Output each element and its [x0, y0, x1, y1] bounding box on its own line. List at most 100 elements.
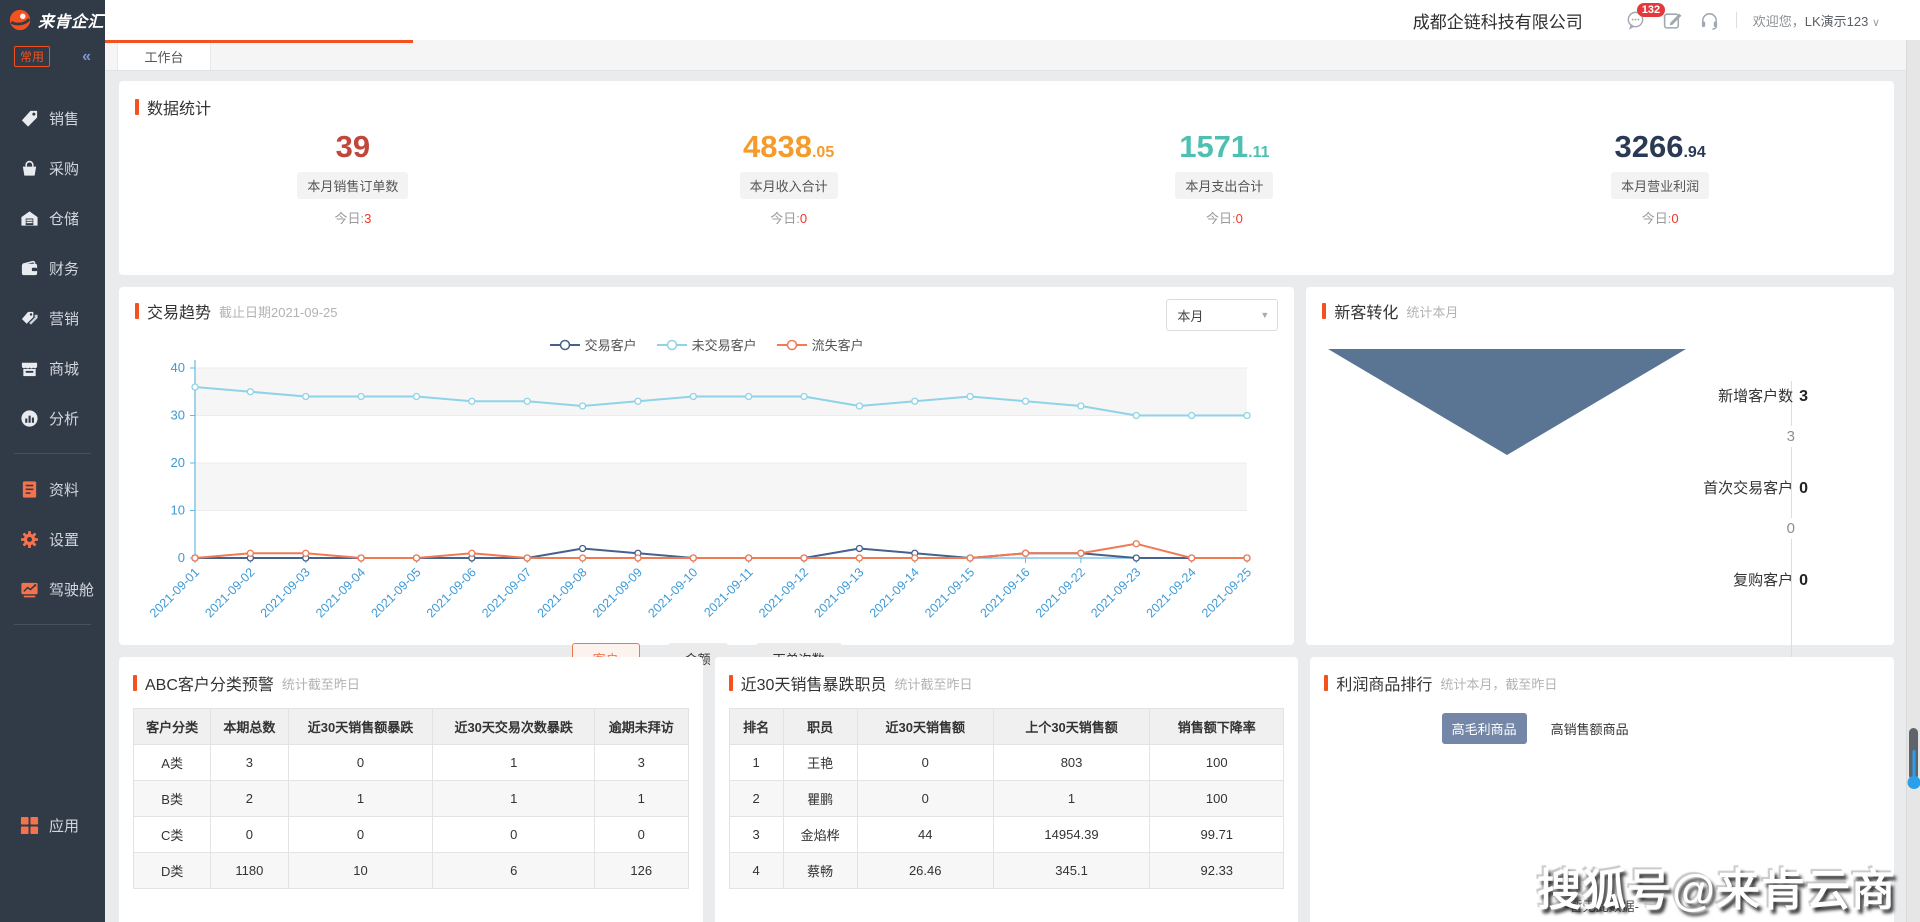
table-cell: 92.33	[1150, 853, 1284, 889]
svg-text:2021-09-24: 2021-09-24	[1144, 565, 1199, 620]
sidebar-item-采购[interactable]: 采购	[0, 143, 105, 193]
content-area: 数据统计 39本月销售订单数今日:34838.05本月收入合计今日:01571.…	[105, 71, 1920, 922]
stat-value: 3266.94	[1442, 129, 1878, 165]
sidebar-item-应用[interactable]: 应用	[0, 800, 105, 850]
messages-button[interactable]: 132	[1625, 10, 1646, 31]
abc-warning-card: ABC客户分类预警 统计截至昨日 客户分类本期总数近30天销售额暴跌近30天交易…	[119, 657, 703, 922]
table-cell: 1	[288, 781, 433, 817]
column-header: 近30天交易次数暴跌	[433, 709, 594, 745]
staff-decline-card: 近30天销售暴跌职员 统计截至昨日 排名职员近30天销售额上个30天销售额销售额…	[715, 657, 1299, 922]
sidebar-item-驾驶舱[interactable]: 驾驶舱	[0, 564, 105, 614]
sidebar-item-label: 商城	[49, 358, 79, 379]
abc-table: 客户分类本期总数近30天销售额暴跌近30天交易次数暴跌逾期未拜访A类3013B类…	[133, 708, 689, 889]
column-header: 上个30天销售额	[993, 709, 1149, 745]
table-cell: 100	[1150, 781, 1284, 817]
sidebar-item-label: 资料	[49, 479, 79, 500]
tab-workbench[interactable]: 工作台	[117, 43, 211, 70]
sidebar-item-销售[interactable]: 销售	[0, 93, 105, 143]
sidebar-item-仓储[interactable]: 仓储	[0, 193, 105, 243]
section-title-funnel: 新客转化	[1334, 299, 1398, 323]
legend-marker-icon	[657, 339, 687, 351]
sidebar-item-label: 采购	[49, 158, 79, 179]
profit-tab-高销售额商品[interactable]: 高销售额商品	[1541, 713, 1639, 744]
svg-text:2021-09-22: 2021-09-22	[1033, 565, 1088, 620]
table-cell: 803	[993, 745, 1149, 781]
svg-text:20: 20	[171, 455, 185, 470]
sidebar-item-商城[interactable]: 商城	[0, 343, 105, 393]
table-cell: B类	[134, 781, 211, 817]
stat-label: 本月营业利润	[1611, 172, 1709, 199]
legend-item-未交易客户[interactable]: 未交易客户	[657, 335, 757, 354]
table-cell: 金焰桦	[783, 817, 857, 853]
support-button[interactable]	[1699, 10, 1720, 31]
user-menu[interactable]: 欢迎您，LK演示123 ∨	[1753, 11, 1880, 30]
svg-text:2021-09-02: 2021-09-02	[202, 565, 257, 620]
logo-text: 来肯企汇	[38, 8, 104, 32]
funnel-conversion-value: 0	[1598, 520, 1808, 537]
svg-text:2021-09-07: 2021-09-07	[479, 565, 534, 620]
sidebar-item-设置[interactable]: 设置	[0, 514, 105, 564]
stat-label: 本月销售订单数	[297, 172, 408, 199]
section-title-abc: ABC客户分类预警	[145, 671, 274, 695]
table-cell: 126	[594, 853, 688, 889]
stat-label: 本月收入合计	[740, 172, 838, 199]
table-cell: 4	[729, 853, 783, 889]
table-cell: 14954.39	[993, 817, 1149, 853]
table-row: 2瞿鹏01100	[729, 781, 1284, 817]
svg-text:2021-09-23: 2021-09-23	[1088, 565, 1143, 620]
table-cell: 2	[211, 781, 288, 817]
section-title-trend: 交易趋势	[147, 299, 211, 323]
table-cell: 1	[729, 745, 783, 781]
table-cell: 100	[1150, 745, 1284, 781]
funnel-subtitle: 统计本月	[1406, 302, 1458, 321]
sidebar-item-分析[interactable]: 分析	[0, 393, 105, 443]
sidebar-item-财务[interactable]: 财务	[0, 243, 105, 293]
table-cell: 6	[433, 853, 594, 889]
stat-today: 今日:0	[1007, 208, 1443, 227]
date-range-value: 本月	[1177, 306, 1203, 325]
stat-value: 4838.05	[571, 129, 1007, 165]
table-row: 3金焰桦4414954.3999.71	[729, 817, 1284, 853]
collapse-sidebar-icon[interactable]: «	[82, 48, 91, 66]
column-header: 客户分类	[134, 709, 211, 745]
date-range-select[interactable]: 本月 ▼	[1166, 299, 1278, 331]
legend-label: 未交易客户	[692, 335, 757, 354]
sidebar: 来肯企汇 常用 « 销售采购仓储财务营销商城分析 资料设置驾驶舱 应用	[0, 0, 105, 922]
sidebar-item-营销[interactable]: 营销	[0, 293, 105, 343]
sidebar-item-label: 销售	[49, 108, 79, 129]
sidebar-item-资料[interactable]: 资料	[0, 464, 105, 514]
table-cell: 0	[288, 817, 433, 853]
app-logo[interactable]: 来肯企汇	[0, 0, 105, 40]
scrollbar-track[interactable]	[1906, 40, 1920, 922]
sidebar-item-label: 营销	[49, 308, 79, 329]
section-accent-bar	[729, 675, 733, 691]
column-header: 本期总数	[211, 709, 288, 745]
scrollbar-thumb[interactable]	[1909, 728, 1918, 780]
store-icon	[20, 359, 39, 378]
svg-text:2021-09-06: 2021-09-06	[424, 565, 479, 620]
chevron-down-icon: ▼	[1260, 310, 1269, 320]
svg-text:10: 10	[171, 503, 185, 518]
company-name: 成都企链科技有限公司	[1413, 8, 1583, 33]
stats-row: 39本月销售订单数今日:34838.05本月收入合计今日:01571.11本月支…	[135, 129, 1878, 227]
svg-text:2021-09-11: 2021-09-11	[701, 565, 755, 619]
legend-item-交易客户[interactable]: 交易客户	[550, 335, 637, 354]
profit-tab-高毛利商品[interactable]: 高毛利商品	[1442, 713, 1527, 744]
app-root: 来肯企汇 常用 « 销售采购仓储财务营销商城分析 资料设置驾驶舱 应用 成都企链…	[0, 0, 1920, 922]
favorites-button[interactable]: 常用	[14, 46, 50, 67]
svg-text:2021-09-10: 2021-09-10	[645, 565, 700, 620]
stat-label: 本月支出合计	[1175, 172, 1273, 199]
table-cell: 0	[433, 817, 594, 853]
analysis-icon	[20, 409, 39, 428]
table-cell: 99.71	[1150, 817, 1284, 853]
compose-button[interactable]	[1662, 10, 1683, 31]
table-cell: 1	[433, 781, 594, 817]
stat-today: 今日:0	[571, 208, 1007, 227]
section-accent-bar	[133, 675, 137, 691]
grid-icon	[20, 816, 39, 835]
dashboard-icon	[20, 580, 39, 599]
table-row: C类0000	[134, 817, 689, 853]
trend-chart-svg: 0102030402021-09-012021-09-022021-09-032…	[135, 354, 1275, 638]
legend-item-流失客户[interactable]: 流失客户	[777, 335, 864, 354]
table-cell: 3	[729, 817, 783, 853]
